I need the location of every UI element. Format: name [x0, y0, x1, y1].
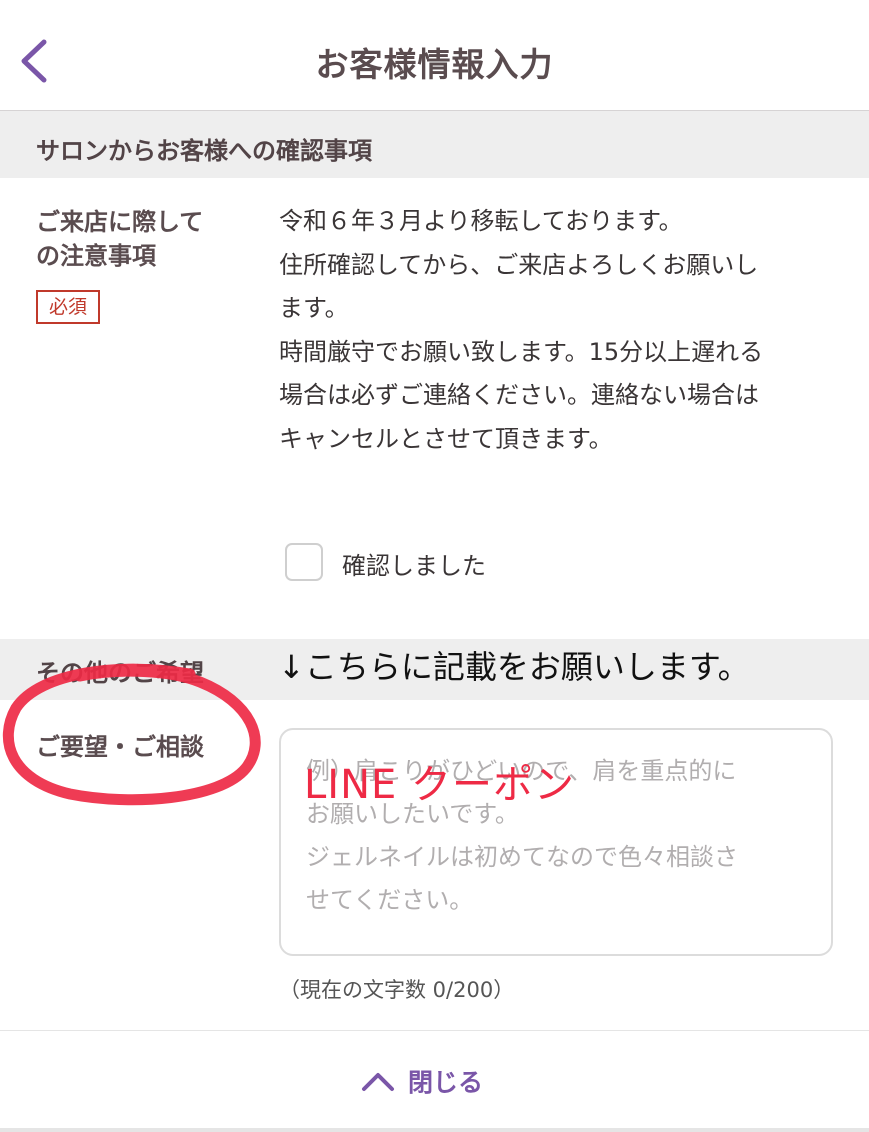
- notice-label: ご来店に際して の注意事項: [36, 205, 203, 273]
- placeholder-line: ジェルネイルは初めてなので色々相談さ: [306, 843, 738, 871]
- notice-line: 時間厳守でお願い致します。15分以上遅れる: [279, 337, 764, 366]
- annotation-arrow-note: ↓こちらに記載をお願いします。: [278, 648, 750, 686]
- bottom-border: [0, 1128, 869, 1132]
- notice-label-line1: ご来店に際して: [36, 208, 204, 236]
- chevron-up-icon: [362, 1073, 394, 1091]
- salon-section-title: サロンからお客様への確認事項: [36, 137, 372, 165]
- request-label: ご要望・ご相談: [36, 733, 204, 761]
- footer-divider: [0, 1030, 869, 1031]
- annotation-line-coupon: LINE クーポン: [304, 762, 575, 808]
- notice-line: キャンセルとさせて頂きます。: [279, 424, 613, 453]
- other-section-title: その他のご希望: [36, 659, 204, 687]
- close-label: 閉じる: [408, 1068, 484, 1097]
- notice-label-line2: の注意事項: [36, 242, 156, 270]
- confirm-checkbox-label[interactable]: 確認しました: [342, 546, 486, 581]
- required-badge: 必須: [36, 290, 100, 324]
- notice-line: 場合は必ずご連絡ください。連絡ない場合は: [279, 381, 759, 409]
- notice-line: ます。: [279, 294, 349, 322]
- salon-section-header: サロンからお客様への確認事項: [0, 111, 869, 178]
- placeholder-line: せてください。: [306, 886, 474, 914]
- char-count: （現在の文字数 0/200）: [279, 978, 515, 1002]
- header-bar: お客様情報入力: [0, 0, 869, 111]
- notice-line: 令和６年３月より移転しております。: [279, 207, 683, 235]
- close-button[interactable]: 閉じる: [360, 1058, 483, 1104]
- confirm-checkbox[interactable]: [285, 543, 323, 581]
- notice-line: 住所確認してから、ご来店よろしくお願いし: [279, 250, 759, 279]
- notice-text: 令和６年３月より移転しております。 住所確認してから、ご来店よろしくお願いし ま…: [279, 200, 839, 461]
- page-title: お客様情報入力: [315, 45, 554, 84]
